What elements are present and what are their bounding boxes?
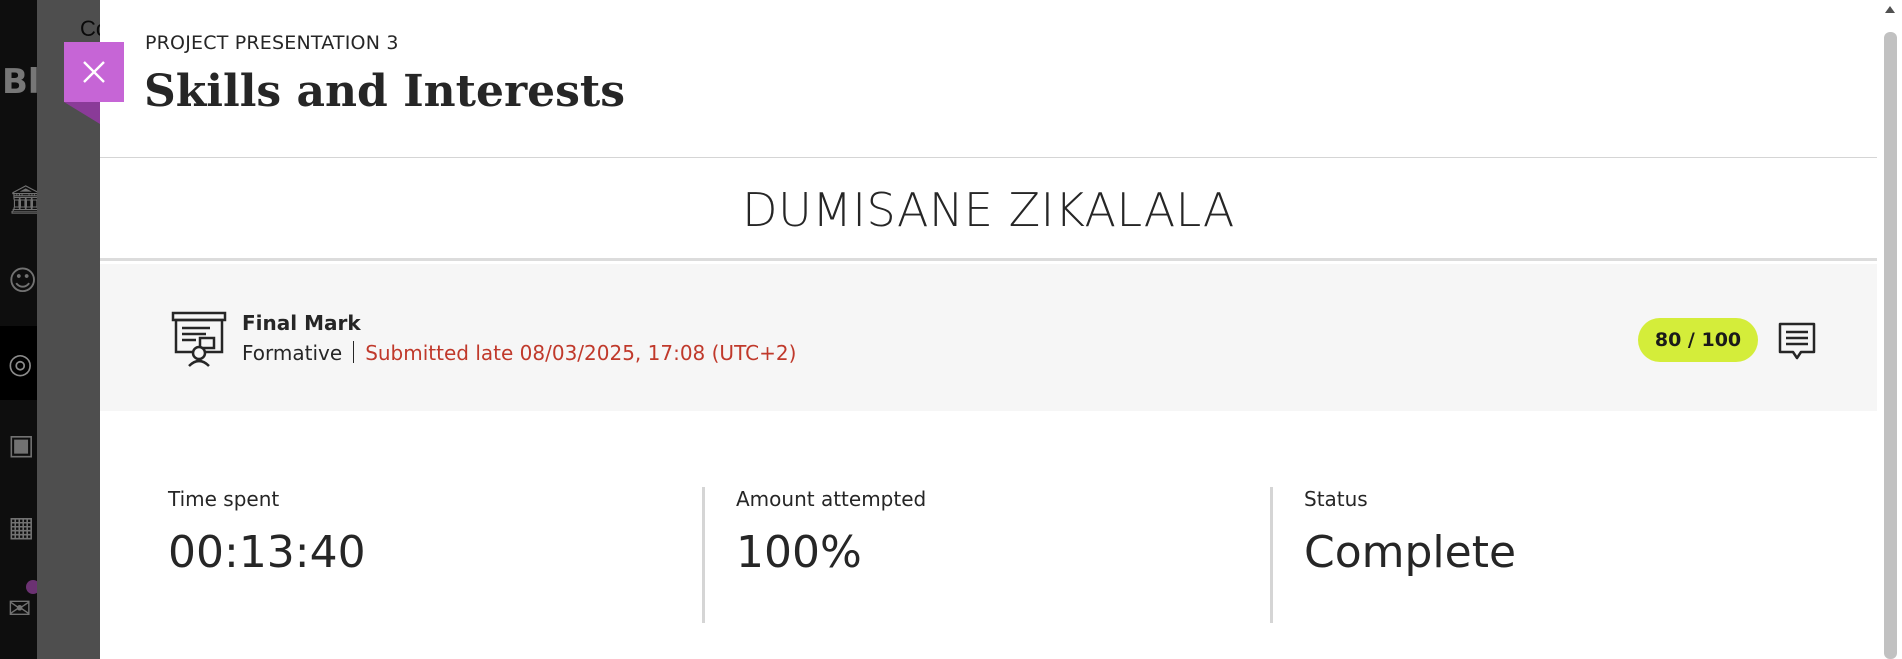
stat-time-spent: Time spent 00:13:40 (168, 487, 366, 578)
feedback-icon[interactable] (1777, 321, 1817, 361)
grade-title: Final Mark (242, 311, 361, 335)
student-band: DUMISANE ZIKALALA (100, 159, 1877, 261)
stat-label: Time spent (168, 487, 280, 511)
stat-value: 00:13:40 (168, 527, 366, 578)
stat-amount-attempted: Amount attempted 100% (736, 487, 926, 578)
grade-separator (353, 341, 355, 363)
scroll-up-arrow-icon[interactable] (1885, 6, 1895, 13)
stat-divider (702, 487, 705, 623)
page-title: Skills and Interests (144, 66, 626, 117)
stat-label: Status (1304, 487, 1368, 511)
attempt-stats: Time spent 00:13:40 Amount attempted 100… (100, 411, 1877, 659)
panel-header: PROJECT PRESENTATION 3 Skills and Intere… (100, 0, 1877, 158)
stat-value: 100% (736, 527, 862, 578)
close-button-tail (64, 102, 100, 124)
assessment-kicker: PROJECT PRESENTATION 3 (145, 32, 399, 54)
grade-category: Formative (242, 341, 343, 365)
grade-row: Final Mark Formative Submitted late 08/03… (100, 264, 1877, 411)
score-badge[interactable]: 80 / 100 (1638, 318, 1758, 362)
close-icon (83, 61, 105, 83)
stat-label: Amount attempted (736, 487, 927, 511)
student-name: DUMISANE ZIKALALA (742, 183, 1235, 237)
stat-divider (1270, 487, 1273, 623)
submission-status: Submitted late 08/03/2025, 17:08 (UTC+2) (365, 341, 797, 365)
presentation-assessment-icon (171, 311, 227, 367)
stat-status: Status Complete (1304, 487, 1516, 578)
stat-value: Complete (1304, 527, 1517, 578)
scrollbar-thumb[interactable] (1884, 32, 1897, 659)
grade-subtitle: Formative Submitted late 08/03/2025, 17:0… (242, 341, 796, 365)
close-button[interactable] (64, 42, 124, 102)
